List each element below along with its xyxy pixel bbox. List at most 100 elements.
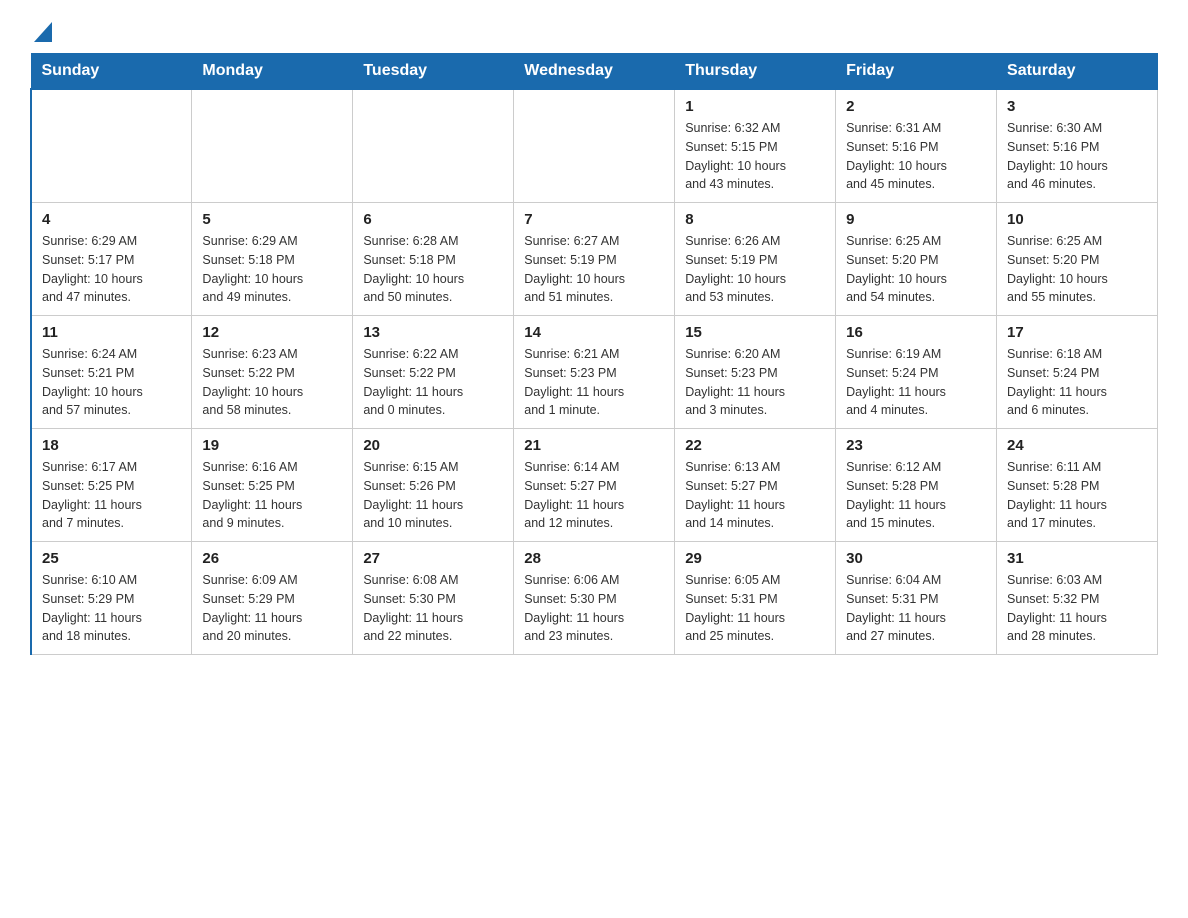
day-number: 28 [524,550,664,567]
calendar-header-thursday: Thursday [675,54,836,90]
day-info: Sunrise: 6:22 AM Sunset: 5:22 PM Dayligh… [363,345,503,420]
calendar-cell: 3 Sunrise: 6:30 AM Sunset: 5:16 PM Daylig… [997,89,1158,203]
day-number: 20 [363,437,503,454]
day-number: 14 [524,324,664,341]
calendar-cell: 21 Sunrise: 6:14 AM Sunset: 5:27 PM Dayli… [514,429,675,542]
calendar-cell: 9 Sunrise: 6:25 AM Sunset: 5:20 PM Daylig… [836,203,997,316]
day-number: 17 [1007,324,1147,341]
day-number: 4 [42,211,181,228]
day-number: 21 [524,437,664,454]
day-info: Sunrise: 6:11 AM Sunset: 5:28 PM Dayligh… [1007,458,1147,533]
calendar-cell: 13 Sunrise: 6:22 AM Sunset: 5:22 PM Dayli… [353,316,514,429]
calendar-cell: 11 Sunrise: 6:24 AM Sunset: 5:21 PM Dayli… [31,316,192,429]
page-header [30,20,1158,43]
day-number: 15 [685,324,825,341]
day-number: 16 [846,324,986,341]
day-info: Sunrise: 6:08 AM Sunset: 5:30 PM Dayligh… [363,571,503,646]
calendar-week-row: 4 Sunrise: 6:29 AM Sunset: 5:17 PM Daylig… [31,203,1158,316]
day-info: Sunrise: 6:25 AM Sunset: 5:20 PM Dayligh… [1007,232,1147,307]
day-number: 19 [202,437,342,454]
day-number: 7 [524,211,664,228]
calendar-cell [353,89,514,203]
calendar-header-friday: Friday [836,54,997,90]
day-number: 24 [1007,437,1147,454]
day-number: 30 [846,550,986,567]
calendar-cell: 8 Sunrise: 6:26 AM Sunset: 5:19 PM Daylig… [675,203,836,316]
calendar-header-tuesday: Tuesday [353,54,514,90]
logo-triangle-icon [34,22,52,42]
day-info: Sunrise: 6:27 AM Sunset: 5:19 PM Dayligh… [524,232,664,307]
day-number: 5 [202,211,342,228]
day-info: Sunrise: 6:23 AM Sunset: 5:22 PM Dayligh… [202,345,342,420]
calendar-table: SundayMondayTuesdayWednesdayThursdayFrid… [30,53,1158,655]
calendar-cell: 14 Sunrise: 6:21 AM Sunset: 5:23 PM Dayli… [514,316,675,429]
day-info: Sunrise: 6:03 AM Sunset: 5:32 PM Dayligh… [1007,571,1147,646]
calendar-cell: 25 Sunrise: 6:10 AM Sunset: 5:29 PM Dayli… [31,542,192,655]
day-number: 27 [363,550,503,567]
calendar-week-row: 18 Sunrise: 6:17 AM Sunset: 5:25 PM Dayli… [31,429,1158,542]
day-number: 9 [846,211,986,228]
day-number: 10 [1007,211,1147,228]
calendar-cell [514,89,675,203]
day-info: Sunrise: 6:19 AM Sunset: 5:24 PM Dayligh… [846,345,986,420]
calendar-cell: 30 Sunrise: 6:04 AM Sunset: 5:31 PM Dayli… [836,542,997,655]
calendar-cell: 16 Sunrise: 6:19 AM Sunset: 5:24 PM Dayli… [836,316,997,429]
day-number: 13 [363,324,503,341]
calendar-header-row: SundayMondayTuesdayWednesdayThursdayFrid… [31,54,1158,90]
calendar-header-monday: Monday [192,54,353,90]
logo [30,20,52,43]
calendar-cell: 31Sunrise: 6:03 AM Sunset: 5:32 PM Dayli… [997,542,1158,655]
day-number: 22 [685,437,825,454]
calendar-header-sunday: Sunday [31,54,192,90]
calendar-cell: 15 Sunrise: 6:20 AM Sunset: 5:23 PM Dayli… [675,316,836,429]
calendar-cell: 27 Sunrise: 6:08 AM Sunset: 5:30 PM Dayli… [353,542,514,655]
calendar-cell: 10 Sunrise: 6:25 AM Sunset: 5:20 PM Dayli… [997,203,1158,316]
day-info: Sunrise: 6:32 AM Sunset: 5:15 PM Dayligh… [685,119,825,194]
day-number: 1 [685,98,825,115]
calendar-cell: 20Sunrise: 6:15 AM Sunset: 5:26 PM Dayli… [353,429,514,542]
calendar-cell: 7 Sunrise: 6:27 AM Sunset: 5:19 PM Daylig… [514,203,675,316]
calendar-cell: 23 Sunrise: 6:12 AM Sunset: 5:28 PM Dayli… [836,429,997,542]
calendar-cell: 4 Sunrise: 6:29 AM Sunset: 5:17 PM Daylig… [31,203,192,316]
day-info: Sunrise: 6:12 AM Sunset: 5:28 PM Dayligh… [846,458,986,533]
day-info: Sunrise: 6:20 AM Sunset: 5:23 PM Dayligh… [685,345,825,420]
calendar-cell: 1 Sunrise: 6:32 AM Sunset: 5:15 PM Daylig… [675,89,836,203]
calendar-cell: 26Sunrise: 6:09 AM Sunset: 5:29 PM Dayli… [192,542,353,655]
day-info: Sunrise: 6:21 AM Sunset: 5:23 PM Dayligh… [524,345,664,420]
day-info: Sunrise: 6:18 AM Sunset: 5:24 PM Dayligh… [1007,345,1147,420]
day-number: 23 [846,437,986,454]
calendar-cell [192,89,353,203]
day-number: 3 [1007,98,1147,115]
calendar-cell: 29Sunrise: 6:05 AM Sunset: 5:31 PM Dayli… [675,542,836,655]
day-number: 18 [42,437,181,454]
calendar-week-row: 25 Sunrise: 6:10 AM Sunset: 5:29 PM Dayli… [31,542,1158,655]
day-info: Sunrise: 6:17 AM Sunset: 5:25 PM Dayligh… [42,458,181,533]
day-number: 8 [685,211,825,228]
day-info: Sunrise: 6:29 AM Sunset: 5:17 PM Dayligh… [42,232,181,307]
calendar-week-row: 1 Sunrise: 6:32 AM Sunset: 5:15 PM Daylig… [31,89,1158,203]
calendar-header-wednesday: Wednesday [514,54,675,90]
day-number: 26 [202,550,342,567]
day-info: Sunrise: 6:16 AM Sunset: 5:25 PM Dayligh… [202,458,342,533]
day-info: Sunrise: 6:14 AM Sunset: 5:27 PM Dayligh… [524,458,664,533]
calendar-cell: 17 Sunrise: 6:18 AM Sunset: 5:24 PM Dayli… [997,316,1158,429]
calendar-cell: 24 Sunrise: 6:11 AM Sunset: 5:28 PM Dayli… [997,429,1158,542]
day-info: Sunrise: 6:25 AM Sunset: 5:20 PM Dayligh… [846,232,986,307]
day-number: 11 [42,324,181,341]
day-info: Sunrise: 6:04 AM Sunset: 5:31 PM Dayligh… [846,571,986,646]
calendar-cell: 6 Sunrise: 6:28 AM Sunset: 5:18 PM Daylig… [353,203,514,316]
day-info: Sunrise: 6:26 AM Sunset: 5:19 PM Dayligh… [685,232,825,307]
calendar-header-saturday: Saturday [997,54,1158,90]
calendar-cell: 28 Sunrise: 6:06 AM Sunset: 5:30 PM Dayli… [514,542,675,655]
day-info: Sunrise: 6:13 AM Sunset: 5:27 PM Dayligh… [685,458,825,533]
calendar-cell: 22 Sunrise: 6:13 AM Sunset: 5:27 PM Dayli… [675,429,836,542]
day-info: Sunrise: 6:10 AM Sunset: 5:29 PM Dayligh… [42,571,181,646]
day-number: 25 [42,550,181,567]
day-number: 6 [363,211,503,228]
day-info: Sunrise: 6:30 AM Sunset: 5:16 PM Dayligh… [1007,119,1147,194]
day-info: Sunrise: 6:28 AM Sunset: 5:18 PM Dayligh… [363,232,503,307]
calendar-cell: 2Sunrise: 6:31 AM Sunset: 5:16 PM Daylig… [836,89,997,203]
day-info: Sunrise: 6:06 AM Sunset: 5:30 PM Dayligh… [524,571,664,646]
day-info: Sunrise: 6:24 AM Sunset: 5:21 PM Dayligh… [42,345,181,420]
day-info: Sunrise: 6:31 AM Sunset: 5:16 PM Dayligh… [846,119,986,194]
